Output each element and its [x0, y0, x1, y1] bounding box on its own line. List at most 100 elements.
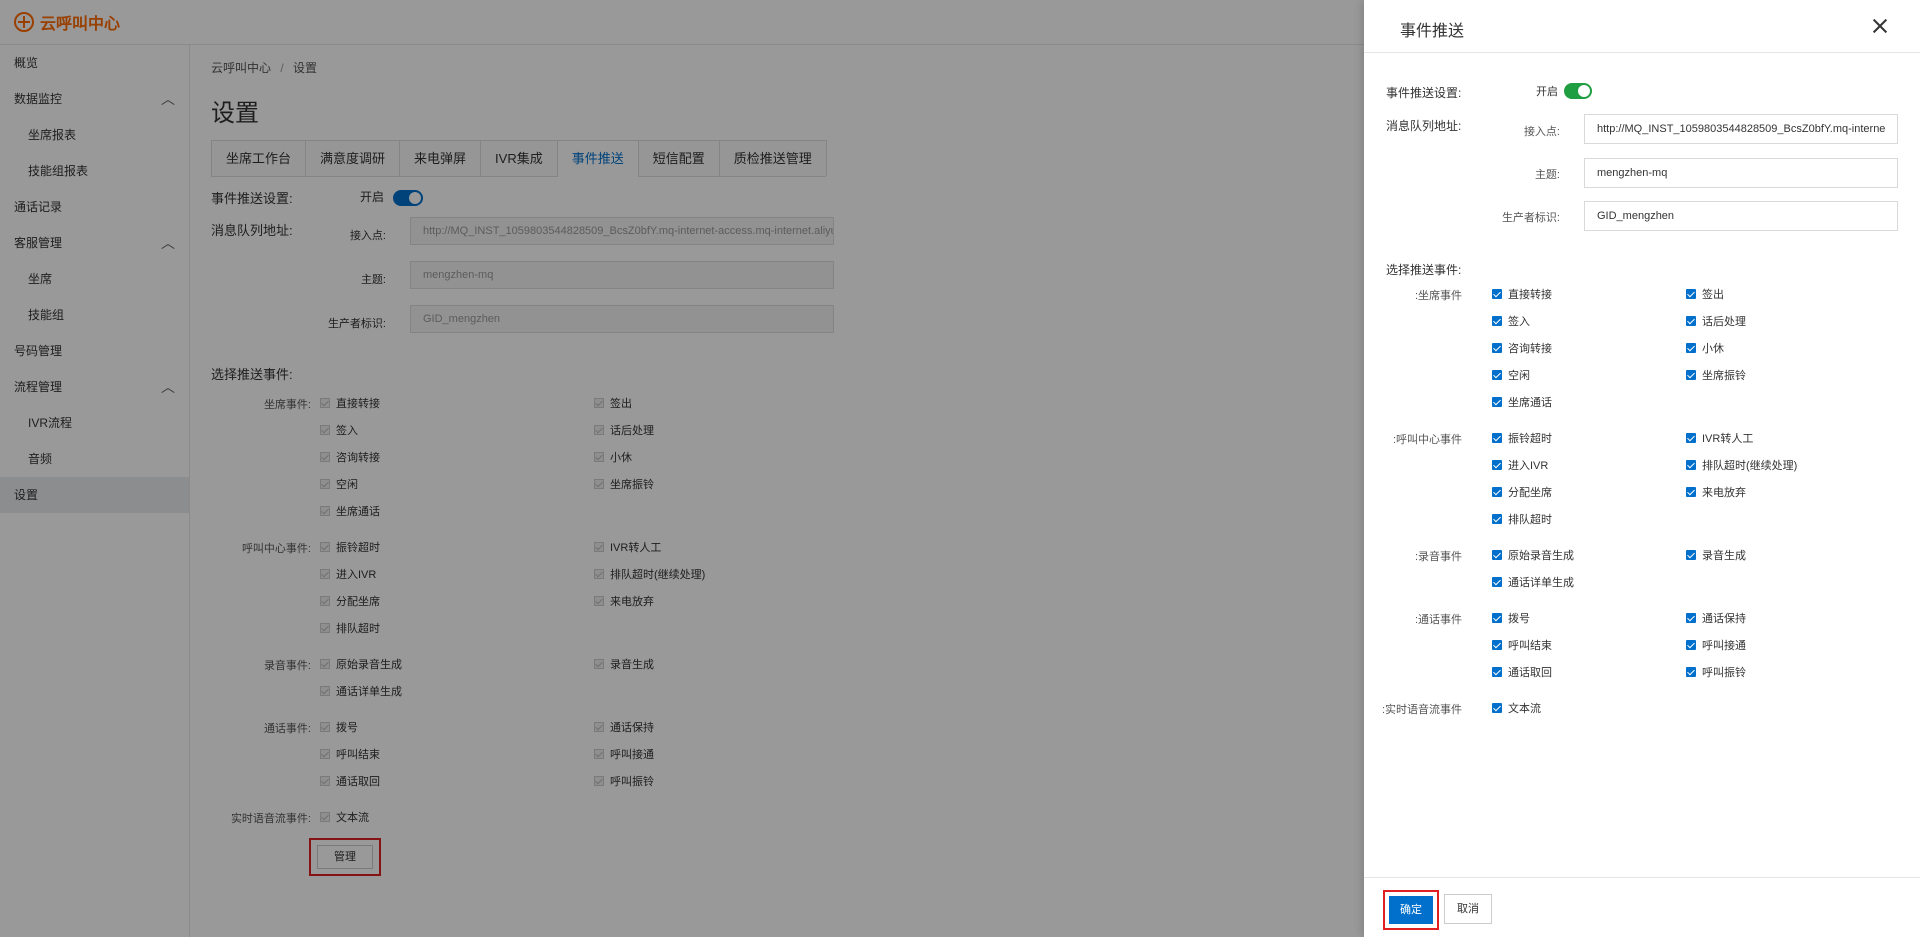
event-checkbox-label: 呼叫接通	[1702, 640, 1746, 652]
checkbox-checked-icon[interactable]	[1686, 487, 1696, 497]
event-checkbox[interactable]: 振铃超时	[1492, 430, 1552, 446]
event-checkbox-label: 录音生成	[1702, 550, 1746, 562]
event-checkbox-label: 呼叫振铃	[1702, 667, 1746, 679]
drawer-header: 事件推送	[1364, 0, 1920, 53]
event-group-label: 实时语音流事件:	[1381, 704, 1462, 716]
event-checkbox-label: IVR转人工	[1702, 433, 1754, 445]
toggle-label: 开启	[1536, 86, 1558, 98]
event-checkbox-label: 排队超时(继续处理)	[1702, 460, 1798, 472]
event-checkbox[interactable]: 文本流	[1492, 700, 1541, 716]
event-checkbox[interactable]: 拨号	[1492, 610, 1530, 626]
checkbox-checked-icon[interactable]	[1686, 343, 1696, 353]
event-group-label: 坐席事件:	[1414, 290, 1462, 302]
event-checkbox-label: 分配坐席	[1508, 487, 1552, 499]
checkbox-checked-icon[interactable]	[1492, 667, 1502, 677]
confirm-button-highlight: 确定	[1383, 890, 1439, 930]
event-checkbox[interactable]: 咨询转接	[1492, 340, 1552, 356]
event-checkbox[interactable]: 空闲	[1492, 367, 1530, 383]
checkbox-checked-icon[interactable]	[1686, 289, 1696, 299]
event-checkbox[interactable]: 呼叫结束	[1492, 637, 1552, 653]
event-checkbox-label: 通话取回	[1508, 667, 1552, 679]
checkbox-checked-icon[interactable]	[1686, 667, 1696, 677]
event-group-label: 录音事件:	[1414, 551, 1462, 563]
close-icon[interactable]	[1870, 16, 1890, 36]
producer-label: 生产者标识:	[1501, 212, 1560, 224]
event-checkbox-label: 小休	[1702, 343, 1724, 355]
event-checkbox-label: 签入	[1508, 316, 1530, 328]
checkbox-checked-icon[interactable]	[1686, 370, 1696, 380]
event-checkbox[interactable]: 通话保持	[1686, 610, 1746, 626]
event-checkbox-label: 直接转接	[1508, 289, 1552, 301]
endpoint-label: 接入点:	[1523, 126, 1560, 138]
confirm-button[interactable]: 确定	[1389, 896, 1433, 924]
checkbox-checked-icon[interactable]	[1492, 397, 1502, 407]
cancel-button[interactable]: 取消	[1444, 894, 1492, 924]
event-checkbox-label: 进入IVR	[1508, 460, 1549, 472]
drawer-footer: 确定 取消	[1364, 877, 1920, 937]
event-checkbox-label: 呼叫结束	[1508, 640, 1552, 652]
event-checkbox[interactable]: 录音生成	[1686, 547, 1746, 563]
checkbox-checked-icon[interactable]	[1492, 433, 1502, 443]
checkbox-checked-icon[interactable]	[1492, 460, 1502, 470]
topic-label: 主题:	[1534, 169, 1560, 181]
checkbox-checked-icon[interactable]	[1492, 640, 1502, 650]
event-checkbox[interactable]: 小休	[1686, 340, 1724, 356]
push-toggle[interactable]	[1564, 83, 1592, 99]
checkbox-checked-icon[interactable]	[1492, 289, 1502, 299]
checkbox-checked-icon[interactable]	[1492, 487, 1502, 497]
checkbox-checked-icon[interactable]	[1686, 550, 1696, 560]
checkbox-checked-icon[interactable]	[1492, 577, 1502, 587]
modal-overlay[interactable]	[0, 0, 1364, 937]
checkbox-checked-icon[interactable]	[1492, 550, 1502, 560]
event-checkbox[interactable]: 通话取回	[1492, 664, 1552, 680]
checkbox-checked-icon[interactable]	[1686, 460, 1696, 470]
endpoint-input[interactable]	[1584, 114, 1898, 144]
event-checkbox[interactable]: 排队超时	[1492, 511, 1552, 527]
checkbox-checked-icon[interactable]	[1686, 613, 1696, 623]
event-checkbox-label: 咨询转接	[1508, 343, 1552, 355]
event-checkbox[interactable]: 坐席振铃	[1686, 367, 1746, 383]
event-checkbox[interactable]: 原始录音生成	[1492, 547, 1574, 563]
event-checkbox[interactable]: 签入	[1492, 313, 1530, 329]
event-checkbox-label: 签出	[1702, 289, 1724, 301]
topic-input[interactable]	[1584, 158, 1898, 188]
event-checkbox[interactable]: 直接转接	[1492, 286, 1552, 302]
event-checkbox[interactable]: 话后处理	[1686, 313, 1746, 329]
event-checkbox[interactable]: 分配坐席	[1492, 484, 1552, 500]
drawer-title: 事件推送	[1400, 23, 1465, 40]
event-checkbox-label: 文本流	[1508, 703, 1541, 715]
event-checkbox[interactable]: 呼叫接通	[1686, 637, 1746, 653]
checkbox-checked-icon[interactable]	[1686, 316, 1696, 326]
checkbox-checked-icon[interactable]	[1492, 343, 1502, 353]
event-group-label: 通话事件:	[1414, 614, 1462, 626]
event-checkbox-label: 拨号	[1508, 613, 1530, 625]
checkbox-checked-icon[interactable]	[1492, 370, 1502, 380]
checkbox-checked-icon[interactable]	[1686, 640, 1696, 650]
event-checkbox-label: 振铃超时	[1508, 433, 1552, 445]
select-events-label: 选择推送事件:	[1386, 263, 1462, 277]
checkbox-checked-icon[interactable]	[1492, 514, 1502, 524]
event-checkbox[interactable]: 呼叫振铃	[1686, 664, 1746, 680]
event-checkbox[interactable]: 排队超时(继续处理)	[1686, 457, 1797, 473]
event-checkbox-label: 话后处理	[1702, 316, 1746, 328]
event-checkbox[interactable]: 通话详单生成	[1492, 574, 1574, 590]
event-checkbox[interactable]: 来电放弃	[1686, 484, 1746, 500]
event-checkbox[interactable]: 坐席通话	[1492, 394, 1552, 410]
event-checkbox[interactable]: 进入IVR	[1492, 457, 1548, 473]
push-setting-label: 事件推送设置:	[1386, 86, 1462, 100]
event-checkbox-label: 来电放弃	[1702, 487, 1746, 499]
producer-input[interactable]	[1584, 201, 1898, 231]
checkbox-checked-icon[interactable]	[1686, 433, 1696, 443]
event-checkbox-label: 坐席振铃	[1702, 370, 1746, 382]
toggle-group: 开启	[1536, 83, 1592, 99]
event-checkbox-label: 坐席通话	[1508, 397, 1552, 409]
checkbox-checked-icon[interactable]	[1492, 613, 1502, 623]
event-group-label: 呼叫中心事件:	[1392, 434, 1462, 446]
event-checkbox-label: 通话详单生成	[1508, 577, 1574, 589]
checkbox-checked-icon[interactable]	[1492, 703, 1502, 713]
event-checkbox[interactable]: IVR转人工	[1686, 430, 1753, 446]
mq-label: 消息队列地址:	[1386, 119, 1462, 133]
checkbox-checked-icon[interactable]	[1492, 316, 1502, 326]
event-checkbox[interactable]: 签出	[1686, 286, 1724, 302]
event-checkbox-label: 排队超时	[1508, 514, 1552, 526]
